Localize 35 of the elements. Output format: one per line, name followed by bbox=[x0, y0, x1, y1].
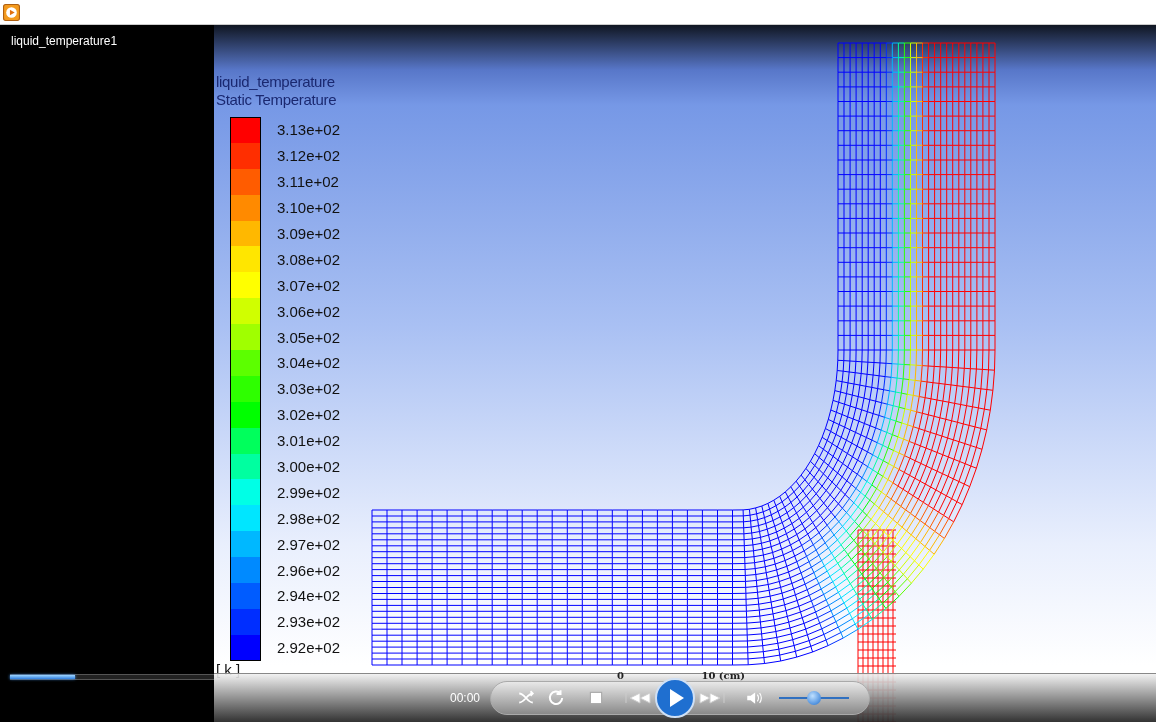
previous-icon[interactable] bbox=[623, 690, 653, 706]
legend-label: 3.07e+02 bbox=[277, 276, 340, 294]
playlist-item[interactable]: liquid_temperature1 bbox=[0, 25, 214, 48]
legend-label: 3.10e+02 bbox=[277, 199, 340, 217]
legend-label: 2.92e+02 bbox=[277, 639, 340, 657]
legend-label: 3.03e+02 bbox=[277, 380, 340, 398]
app-icon bbox=[3, 3, 20, 21]
legend-label: 3.11e+02 bbox=[277, 173, 339, 191]
seek-bar[interactable] bbox=[10, 674, 214, 680]
legend-label: 2.94e+02 bbox=[277, 587, 340, 605]
legend-label: 3.02e+02 bbox=[277, 406, 340, 424]
legend-label: 2.93e+02 bbox=[277, 613, 340, 631]
time-display: 00:00 bbox=[450, 691, 482, 705]
legend-label: 3.00e+02 bbox=[277, 458, 340, 475]
play-icon[interactable] bbox=[655, 678, 695, 718]
legend-label: 3.12e+02 bbox=[277, 147, 340, 165]
legend-label: 2.99e+02 bbox=[277, 483, 340, 501]
legend-label: 2.98e+02 bbox=[277, 509, 340, 527]
legend-label: 3.09e+02 bbox=[277, 225, 340, 242]
legend-label: 3.01e+02 bbox=[277, 432, 340, 450]
legend-subtitle: Static Temperature bbox=[216, 91, 338, 109]
scale-start-label: 0 bbox=[617, 670, 624, 681]
legend-label: 3.05e+02 bbox=[277, 328, 340, 346]
repeat-icon[interactable] bbox=[547, 689, 565, 707]
legend-label: 2.96e+02 bbox=[277, 561, 340, 579]
legend-label: 3.08e+02 bbox=[277, 250, 340, 268]
legend-label: 3.13e+02 bbox=[277, 121, 340, 139]
next-icon[interactable] bbox=[697, 690, 727, 706]
legend-label: 3.06e+02 bbox=[277, 302, 340, 320]
legend-label: 3.04e+02 bbox=[277, 354, 340, 372]
volume-thumb[interactable] bbox=[807, 691, 821, 705]
legend-label: 2.97e+02 bbox=[277, 535, 340, 553]
volume-slider[interactable] bbox=[779, 691, 849, 705]
legend-title: liquid_temperature bbox=[216, 73, 336, 91]
scale-end-label: 10 (cm) bbox=[701, 670, 745, 681]
